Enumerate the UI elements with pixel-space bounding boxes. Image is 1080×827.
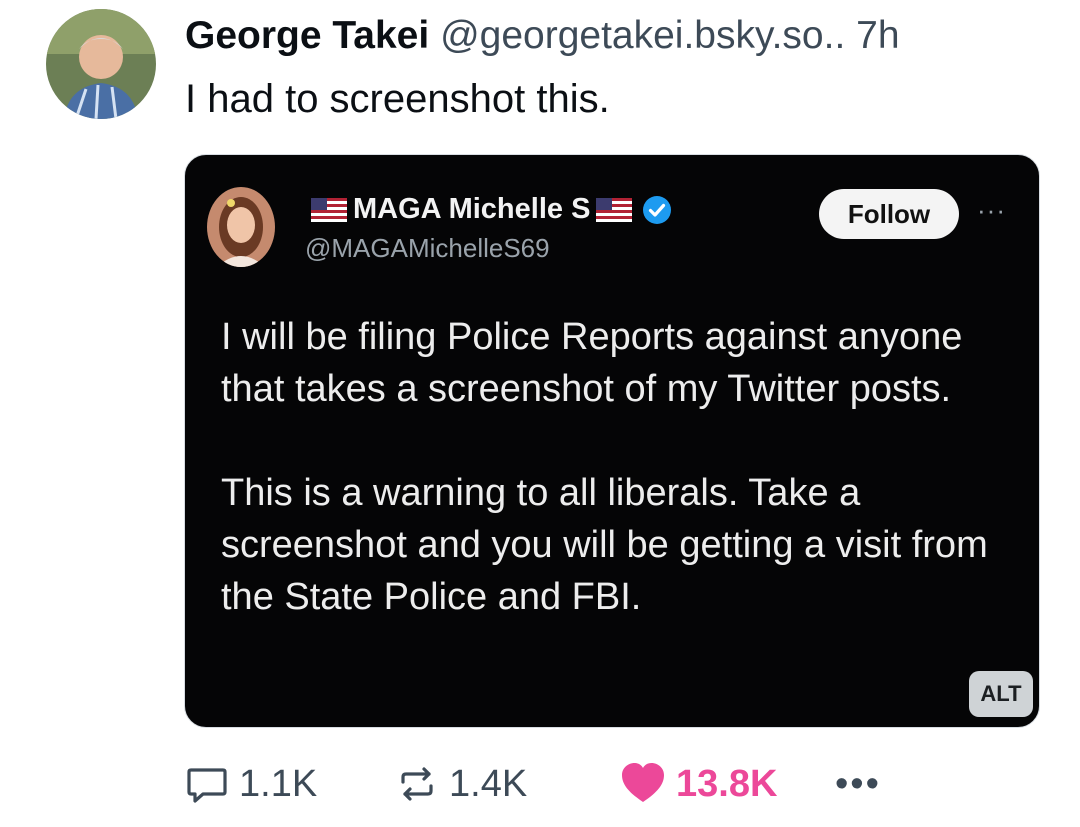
repost-count: 1.4K — [449, 762, 528, 805]
repost-icon — [401, 767, 433, 801]
reply-count: 1.1K — [239, 762, 318, 805]
post-actions-bar: 1.1K 1.4K 13.8K ••• — [185, 758, 1045, 810]
reply-icon — [187, 768, 227, 803]
embed-avatar — [207, 187, 275, 267]
post-text: I had to screenshot this. — [185, 77, 610, 121]
verified-badge-icon — [643, 195, 672, 224]
post-timestamp[interactable]: 7h — [856, 14, 899, 57]
post-header: George Takei @georgetakei.bsky.so.. 7h — [185, 14, 1050, 58]
us-flag-icon — [311, 197, 347, 222]
embed-body: I will be filing Police Reports against … — [221, 311, 1011, 675]
author-handle[interactable]: @georgetakei.bsky.so.. — [440, 14, 845, 57]
embed-name-row: MAGA Michelle S — [305, 193, 672, 226]
embed-display-name: MAGA Michelle S — [353, 193, 591, 225]
like-count: 13.8K — [676, 762, 778, 805]
alt-text-button[interactable]: ALT — [969, 671, 1033, 717]
repost-button[interactable]: 1.4K — [395, 758, 527, 810]
more-options-button[interactable]: ••• — [835, 758, 881, 810]
reply-button[interactable]: 1.1K — [185, 758, 317, 810]
embed-handle: @MAGAMichelleS69 — [305, 233, 550, 263]
more-dots-icon: ••• — [835, 762, 881, 805]
embed-follow-button: Follow — [819, 189, 959, 239]
like-button[interactable]: 13.8K — [620, 758, 777, 810]
embed-more-icon: ··· — [977, 195, 1006, 225]
author-name[interactable]: George Takei — [185, 14, 429, 57]
embed-paragraph: This is a warning to all liberals. Take … — [221, 472, 988, 618]
embed-paragraph: I will be filing Police Reports against … — [221, 316, 963, 410]
heart-icon — [622, 763, 664, 802]
author-avatar[interactable] — [46, 9, 156, 119]
us-flag-icon — [596, 197, 633, 222]
embedded-screenshot-image[interactable]: MAGA Michelle S @MAGAMichelleS69 Follow … — [184, 154, 1040, 728]
